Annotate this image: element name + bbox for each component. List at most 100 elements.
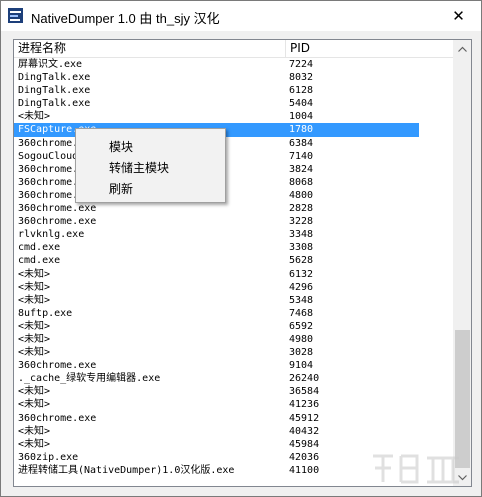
process-name-cell: <未知> bbox=[18, 438, 51, 450]
pid-cell: 4980 bbox=[289, 333, 314, 345]
table-row[interactable]: 8uftp.exe 7468 bbox=[14, 307, 454, 320]
process-name-cell: DingTalk.exe bbox=[18, 98, 91, 110]
pid-cell: 26240 bbox=[289, 373, 320, 385]
process-name-cell: <未知> bbox=[18, 425, 51, 437]
pid-cell: 6132 bbox=[289, 268, 314, 280]
process-name-cell: <未知> bbox=[18, 111, 51, 123]
pid-cell: 5628 bbox=[289, 255, 314, 267]
table-row[interactable]: <未知> 4980 bbox=[14, 333, 454, 346]
process-name-cell: 360chrome. bbox=[18, 163, 79, 175]
process-name-cell: <未知> bbox=[18, 399, 51, 411]
pid-cell: 2828 bbox=[289, 203, 314, 215]
table-row[interactable]: <未知> 6592 bbox=[14, 320, 454, 333]
pid-cell: 3348 bbox=[289, 229, 314, 241]
table-row[interactable]: 360chrome.exe 45912 bbox=[14, 412, 454, 425]
main-window: NativeDumper 1.0 由 th_sjy 汉化 ✕ 进程名称 PID … bbox=[0, 0, 482, 497]
table-row[interactable]: <未知> 36584 bbox=[14, 385, 454, 398]
process-name-cell: 360chrome.exe bbox=[18, 203, 97, 215]
pid-cell: 4800 bbox=[289, 189, 314, 201]
table-row[interactable]: DingTalk.exe 6128 bbox=[14, 84, 454, 97]
table-row[interactable]: rlvknlg.exe 3348 bbox=[14, 228, 454, 241]
table-row[interactable]: <未知> 5348 bbox=[14, 294, 454, 307]
process-name-cell: <未知> bbox=[18, 333, 51, 345]
table-row[interactable]: 360chrome.exe 2828 bbox=[14, 202, 454, 215]
process-name-cell: <未知> bbox=[18, 294, 51, 306]
vertical-scrollbar[interactable] bbox=[453, 40, 471, 486]
process-name-cell: 360chrome.exe bbox=[18, 216, 97, 228]
scroll-up-button[interactable] bbox=[454, 40, 471, 57]
pid-cell: 8068 bbox=[289, 176, 314, 188]
process-name-cell: SogouCloud bbox=[18, 150, 79, 162]
process-name-cell: <未知> bbox=[18, 281, 51, 293]
process-name-cell: DingTalk.exe bbox=[18, 72, 91, 84]
pid-cell: 5404 bbox=[289, 98, 314, 110]
pid-cell: 7224 bbox=[289, 59, 314, 70]
pid-cell: 8032 bbox=[289, 72, 314, 84]
process-name-cell: DingTalk.exe bbox=[18, 85, 91, 97]
process-name-cell: 360zip.exe bbox=[18, 451, 79, 463]
list-rows: 屏幕识文.exe 7224 DingTalk.exe 8032 DingTalk.exe… bbox=[14, 58, 454, 477]
pid-cell: 4296 bbox=[289, 281, 314, 293]
pid-cell: 3028 bbox=[289, 347, 314, 359]
pid-cell: 6128 bbox=[289, 85, 314, 97]
pid-cell: 42036 bbox=[289, 451, 320, 463]
table-row[interactable]: DingTalk.exe 8032 bbox=[14, 71, 454, 84]
pid-cell: 1780 bbox=[289, 124, 314, 136]
table-row[interactable]: cmd.exe 3308 bbox=[14, 241, 454, 254]
close-icon: ✕ bbox=[452, 8, 465, 25]
pid-cell: 41100 bbox=[289, 464, 320, 476]
process-name-cell: cmd.exe bbox=[18, 255, 61, 267]
pid-cell: 6384 bbox=[289, 137, 314, 149]
process-name-cell: <未知> bbox=[18, 320, 51, 332]
process-name-cell: 8uftp.exe bbox=[18, 307, 73, 319]
pid-cell: 5348 bbox=[289, 294, 314, 306]
close-button[interactable]: ✕ bbox=[436, 1, 481, 31]
process-name-cell: cmd.exe bbox=[18, 242, 61, 254]
window-title: NativeDumper 1.0 由 th_sjy 汉化 bbox=[31, 11, 220, 26]
process-list[interactable]: 进程名称 PID 屏幕识文.exe 7224 DingTalk.exe 8032 Din… bbox=[13, 39, 472, 487]
table-row[interactable]: 360chrome.exe 9104 bbox=[14, 359, 454, 372]
pid-cell: 3308 bbox=[289, 242, 314, 254]
table-row[interactable]: <未知> 40432 bbox=[14, 425, 454, 438]
context-menu: 模块 转储主模块 刷新 bbox=[75, 128, 226, 203]
pid-cell: 36584 bbox=[289, 386, 320, 398]
app-icon bbox=[8, 8, 23, 23]
pid-cell: 45912 bbox=[289, 412, 320, 424]
pid-cell: 45984 bbox=[289, 438, 320, 450]
process-name-cell: 360chrome.exe bbox=[18, 360, 97, 372]
pid-cell: 3228 bbox=[289, 216, 314, 228]
pid-cell: 3824 bbox=[289, 163, 314, 175]
pid-cell: 40432 bbox=[289, 425, 320, 437]
pid-cell: 7140 bbox=[289, 150, 314, 162]
process-name-cell: 360chrome.exe bbox=[18, 412, 97, 424]
table-row[interactable]: <未知> 6132 bbox=[14, 268, 454, 281]
pid-cell: 6592 bbox=[289, 320, 314, 332]
watermark-logo bbox=[373, 454, 459, 484]
process-name-cell: 进程转储工具(NativeDumper)1.0汉化版.exe bbox=[18, 464, 235, 476]
table-row[interactable]: <未知> 41236 bbox=[14, 398, 454, 411]
pid-cell: 7468 bbox=[289, 307, 314, 319]
process-name-cell: 360chrome. bbox=[18, 189, 79, 201]
process-name-cell: ._cache_绿软专用编辑器.exe bbox=[18, 373, 161, 385]
menu-item-dump-main-module[interactable]: 转储主模块 bbox=[109, 159, 169, 176]
menu-item-refresh[interactable]: 刷新 bbox=[109, 180, 133, 197]
table-row[interactable]: 屏幕识文.exe 7224 bbox=[14, 58, 454, 71]
table-row[interactable]: ._cache_绿软专用编辑器.exe 26240 bbox=[14, 372, 454, 385]
process-name-cell: rlvknlg.exe bbox=[18, 229, 85, 241]
table-row[interactable]: <未知> 1004 bbox=[14, 110, 454, 123]
table-row[interactable]: DingTalk.exe 5404 bbox=[14, 97, 454, 110]
table-row[interactable]: cmd.exe 5628 bbox=[14, 254, 454, 267]
menu-item-modules[interactable]: 模块 bbox=[109, 138, 133, 155]
column-header-name[interactable]: 进程名称 bbox=[14, 40, 286, 57]
process-name-cell: <未知> bbox=[18, 268, 51, 280]
table-row[interactable]: <未知> 4296 bbox=[14, 281, 454, 294]
pid-cell: 9104 bbox=[289, 360, 314, 372]
process-name-cell: <未知> bbox=[18, 347, 51, 359]
column-header-pid[interactable]: PID bbox=[286, 40, 454, 57]
table-row[interactable]: 360chrome.exe 3228 bbox=[14, 215, 454, 228]
process-name-cell: 360chrome. bbox=[18, 176, 79, 188]
table-row[interactable]: <未知> 3028 bbox=[14, 346, 454, 359]
list-header: 进程名称 PID bbox=[14, 40, 454, 58]
process-name-cell: 360chrome. bbox=[18, 137, 79, 149]
title-bar[interactable]: NativeDumper 1.0 由 th_sjy 汉化 ✕ bbox=[1, 1, 481, 31]
